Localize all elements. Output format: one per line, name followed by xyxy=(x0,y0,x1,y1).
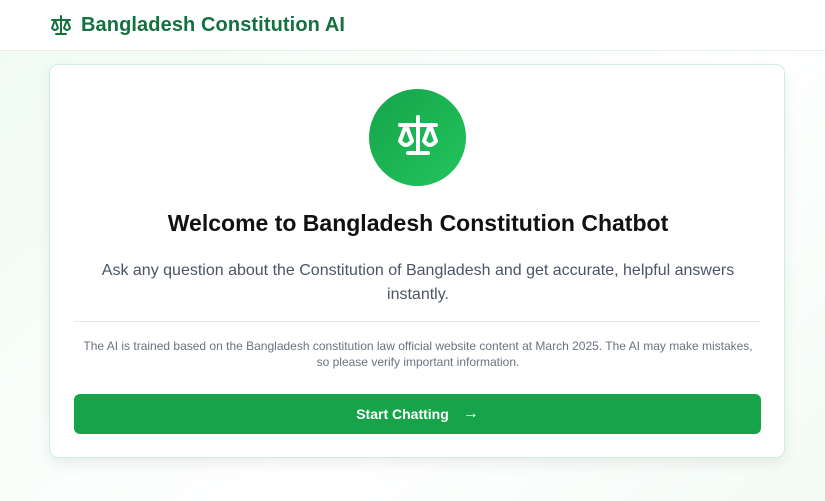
scale-icon xyxy=(394,111,442,164)
divider xyxy=(74,321,761,322)
scale-icon xyxy=(49,13,73,37)
welcome-card: Welcome to Bangladesh Constitution Chatb… xyxy=(49,64,785,458)
welcome-title: Welcome to Bangladesh Constitution Chatb… xyxy=(167,210,669,236)
welcome-subtitle: Ask any question about the Constitution … xyxy=(101,262,735,303)
app-header: Bangladesh Constitution AI xyxy=(0,0,825,51)
app-title: Bangladesh Constitution AI xyxy=(81,13,346,36)
arrow-right-icon: → xyxy=(462,405,479,422)
start-chatting-label: Start Chatting xyxy=(356,406,449,422)
start-chatting-button[interactable]: Start Chatting → xyxy=(74,394,761,434)
disclaimer-text: The AI is trained based on the Banglades… xyxy=(83,339,753,369)
logo-badge xyxy=(369,89,466,186)
